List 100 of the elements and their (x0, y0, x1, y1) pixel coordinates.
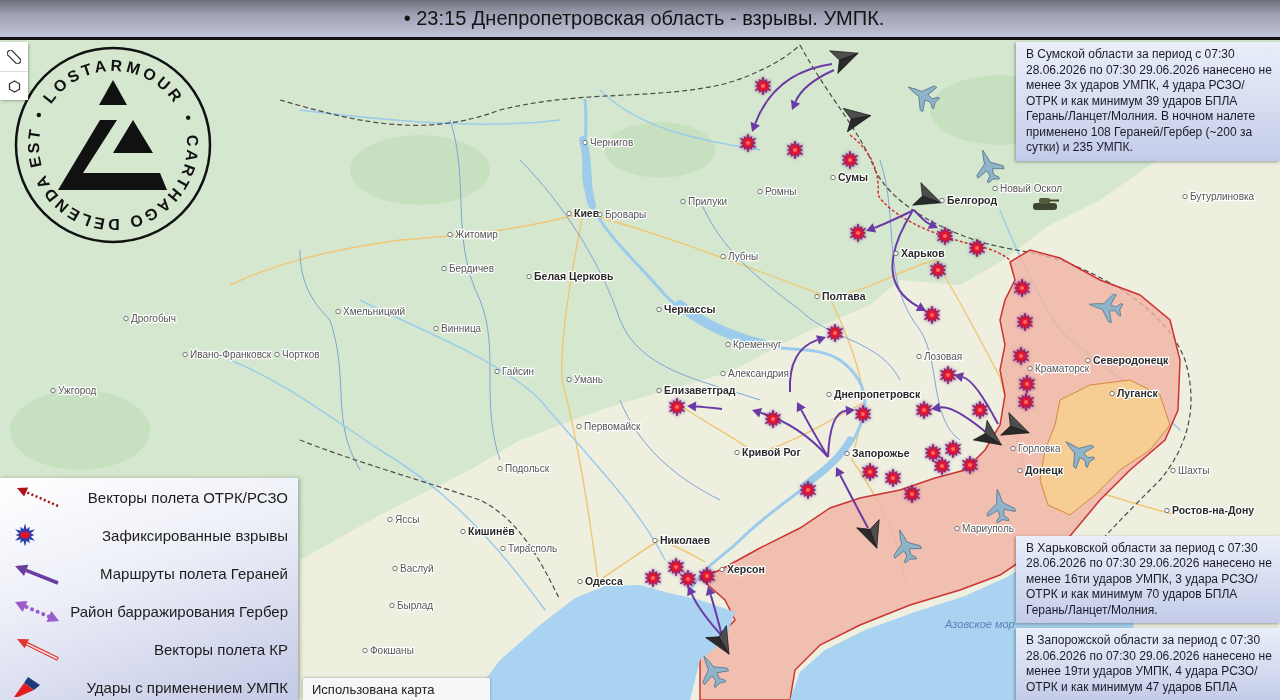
city-label: Чортков (282, 349, 320, 360)
city-marker-icon (526, 273, 532, 280)
explosion-icon (786, 140, 804, 160)
city-marker-icon (577, 578, 583, 585)
fighter-jet-icon (976, 149, 1005, 184)
city-marker-icon (50, 387, 56, 394)
city-label: Кишинёв (468, 525, 515, 537)
drone-icon (912, 182, 942, 206)
explosion-icon (971, 400, 989, 420)
city-marker-icon (447, 231, 453, 238)
city-label: Сумы (838, 171, 869, 183)
city-label: Умань (574, 374, 604, 385)
city-label: Николаев (660, 534, 711, 546)
legend-label: Удары с применением УМПК (86, 678, 288, 696)
ruler-icon (7, 49, 21, 64)
city-marker-icon (1164, 507, 1170, 514)
city-marker-icon (844, 450, 850, 457)
city-marker-icon (566, 376, 572, 383)
city-marker-icon (719, 566, 725, 573)
city-label: Гайсин (502, 366, 535, 377)
legend-label: Район барражирования Гербер (70, 602, 288, 620)
explosion-icon (1012, 346, 1030, 366)
fighter-jet-icon (986, 488, 1016, 524)
city-marker-icon (1085, 357, 1091, 364)
explosion-icon (764, 409, 782, 429)
city-marker-icon (494, 368, 500, 375)
drone-icon (705, 625, 730, 655)
city-marker-icon (720, 253, 726, 260)
ruler-tool-button[interactable] (0, 42, 28, 71)
sea-label: Азовское мор (945, 618, 1015, 630)
fighter-jet-icon (893, 529, 922, 564)
city-label: Фокшаны (370, 645, 414, 656)
city-marker-icon (441, 265, 447, 272)
city-label: Подольск (505, 463, 550, 474)
city-label: Черкассы (664, 303, 716, 315)
city-marker-icon (1017, 467, 1023, 474)
city-marker-icon (389, 602, 395, 609)
block-arrow-icon (12, 677, 42, 697)
explosion-icon (1017, 392, 1035, 412)
city-label: Шахты (1178, 465, 1210, 476)
city-marker-icon (734, 449, 740, 456)
city-label: Северодонецк (1093, 354, 1169, 366)
explosion-icon (799, 480, 817, 500)
city-marker-icon (497, 465, 503, 472)
explosion-icon (903, 484, 921, 504)
explosion-icon (923, 305, 941, 325)
city-label: Тирасполь (508, 543, 558, 554)
legend-label: Векторы полета КР (153, 640, 288, 658)
explosion-icon (739, 133, 757, 153)
city-label: Запорожье (852, 447, 910, 459)
explosion-icon (924, 443, 942, 463)
city-label: Бровары (605, 209, 647, 220)
city-marker-icon (335, 308, 341, 315)
city-label: Хмельницкий (343, 306, 406, 317)
explosion-icon (1016, 312, 1034, 332)
city-label: Первомайск (584, 421, 641, 432)
city-label: Бердичев (449, 263, 494, 274)
route-arrow (687, 401, 723, 412)
route-arrow (788, 335, 826, 393)
explosion-icon (679, 569, 697, 589)
fighter-jet-icon (702, 655, 729, 689)
title-text: • 23:15 Днепропетровская область - взрывы. УМПК. (402, 7, 885, 30)
city-marker-icon (725, 341, 731, 348)
city-marker-icon (814, 293, 820, 300)
drone-icon (842, 107, 872, 133)
route-arrow (835, 467, 869, 529)
legend-label: Векторы полета ОТРК/РСЗО (87, 488, 288, 506)
city-marker-icon (566, 210, 572, 217)
city-marker-icon (1109, 390, 1115, 397)
report-note: В Харьковской области за период с 07:30 28.06.2026 по 07:30 29.06.2026 нанесено не менее 16ти ударов УМПК, 3 удара РСЗО/ОТРК и как минимум 70 ударов БПЛА Герань/Ланцет/Молния. (1016, 535, 1280, 623)
city-marker-icon (954, 525, 960, 532)
city-marker-icon (597, 211, 603, 218)
map-credit-note: Использована карта (303, 678, 490, 700)
city-label: Васлуй (400, 563, 434, 574)
city-label: Бырлад (397, 600, 434, 611)
explosion-icon (936, 226, 954, 246)
city-marker-icon (830, 174, 836, 181)
report-note: В Запорожской области за период с 07:30 28.06.2026 по 07:30 29.06.2026 нанесено не менее 19ти ударов УМПК, 4 удара РСЗО/ОТРК и как минимум 47 ударов БПЛА (1016, 628, 1280, 700)
explosion-icon (698, 566, 716, 586)
city-label: Яссы (395, 514, 420, 525)
hexagon-icon (7, 79, 21, 93)
city-label: Лозовая (924, 351, 963, 362)
city-label: Житомир (455, 229, 498, 240)
drone-icon (1000, 412, 1030, 436)
city-label: Днепропетровск (834, 388, 921, 400)
city-marker-icon (182, 351, 188, 358)
explosion-icon (667, 557, 685, 577)
polygon-tool-button[interactable] (0, 71, 28, 100)
explosion-icon (933, 456, 951, 476)
city-label: Дрогобыч (131, 313, 176, 324)
city-label: Прилуки (688, 196, 728, 207)
city-marker-icon (939, 197, 945, 204)
city-label: Ужгород (58, 385, 97, 396)
city-label: Полтава (822, 290, 866, 302)
city-marker-icon (123, 315, 129, 322)
explosion-icon (1013, 278, 1031, 298)
explosion-icon (1018, 374, 1036, 394)
explosion-icon (961, 455, 979, 475)
explosion-icon (968, 238, 986, 258)
drone-icon (856, 519, 880, 549)
